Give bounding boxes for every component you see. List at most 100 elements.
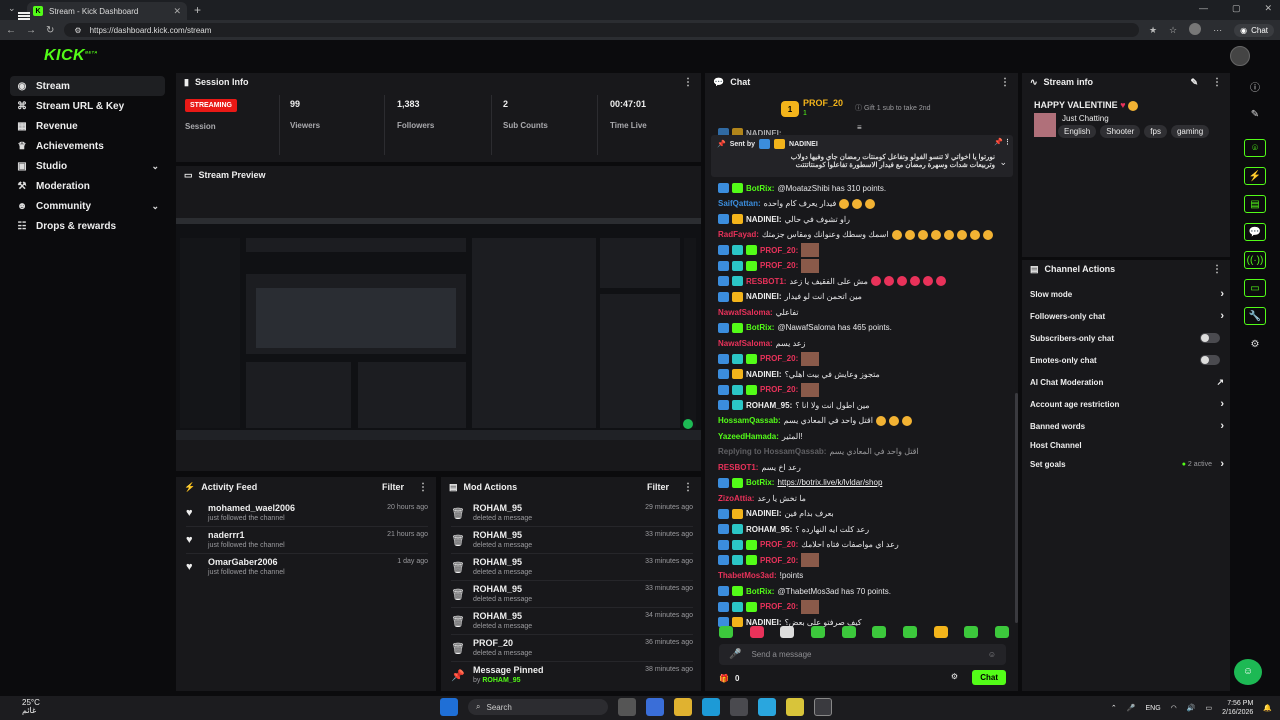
emote-icon[interactable]: [872, 626, 887, 638]
mod-username[interactable]: PROF_20: [473, 638, 513, 648]
emote-icon[interactable]: [780, 626, 795, 638]
chat-username[interactable]: RESBOT1:: [746, 277, 786, 286]
volume-icon[interactable]: 🔊: [1187, 704, 1196, 712]
expand-icon[interactable]: ⌄: [999, 157, 1007, 168]
user-avatar[interactable]: [1230, 46, 1250, 66]
star-icon[interactable]: ★: [1149, 25, 1157, 36]
emote-icon[interactable]: [933, 626, 948, 638]
minimize-icon[interactable]: —: [1199, 3, 1208, 14]
pin-toggle-icon[interactable]: 📌: [994, 138, 1003, 146]
host-channel-row[interactable]: Host Channel: [1030, 435, 1224, 455]
more-options-icon[interactable]: ⋮: [1212, 264, 1222, 275]
add-action-icon[interactable]: ⚙: [1244, 335, 1266, 353]
emotes-only-toggle[interactable]: [1200, 355, 1220, 365]
feed-username[interactable]: OmarGaber2006: [208, 557, 278, 567]
chat-username[interactable]: ThabetMos3ad:: [718, 571, 777, 580]
chat-username[interactable]: BotRix:: [746, 184, 774, 193]
chat-username[interactable]: BotRix:: [746, 478, 774, 487]
feed-username[interactable]: mohamed_wael2006: [208, 503, 295, 513]
chat-username[interactable]: PROF_20:: [760, 556, 798, 565]
chat-input[interactable]: 🎤 Send a message ☺: [719, 644, 1006, 665]
gift-icon[interactable]: 🎁: [719, 674, 729, 683]
category-name[interactable]: Just Chatting: [1062, 114, 1109, 123]
help-chat-button[interactable]: ☺: [1234, 659, 1262, 685]
emote-icon[interactable]: [749, 626, 764, 638]
followers-only-row[interactable]: Followers-only chat ›: [1030, 306, 1224, 326]
more-options-icon[interactable]: ⋮: [683, 77, 693, 88]
task-view-icon[interactable]: [618, 698, 636, 716]
chat-username[interactable]: NawafSaloma:: [718, 308, 773, 317]
emote-icon[interactable]: [810, 626, 825, 638]
set-goals-row[interactable]: Set goals ● 2 active ›: [1030, 454, 1224, 474]
chat-username[interactable]: NADINEI:: [746, 370, 782, 379]
chat-username[interactable]: PROF_20:: [760, 385, 798, 394]
chat-username[interactable]: PROF_20:: [760, 246, 798, 255]
language-indicator[interactable]: ENG: [1146, 705, 1161, 712]
browser-tab[interactable]: K Stream - Kick Dashboard ✕: [27, 2, 187, 20]
more-options-icon[interactable]: ⋮: [1212, 77, 1222, 88]
chat-username[interactable]: PROF_20:: [760, 261, 798, 270]
new-tab-icon[interactable]: +: [194, 3, 201, 17]
pencil-icon[interactable]: ✎: [1244, 105, 1266, 123]
active-app-icon[interactable]: [814, 698, 832, 716]
close-tab-icon[interactable]: ✕: [173, 6, 181, 17]
feed-username[interactable]: naderrr1: [208, 530, 245, 540]
chat-username[interactable]: NawafSaloma:: [718, 339, 773, 348]
more-icon[interactable]: ⋯: [1213, 25, 1222, 36]
mic-tray-icon[interactable]: 🎤: [1127, 704, 1136, 712]
chat-username[interactable]: ZizoAttia:: [718, 494, 754, 503]
emote-icon[interactable]: [994, 626, 1009, 638]
sidebar-item-studio[interactable]: ▣ Studio ⌄: [10, 156, 165, 176]
filter-button[interactable]: Filter: [647, 482, 669, 492]
close-window-icon[interactable]: ✕: [1264, 3, 1272, 14]
filter-button[interactable]: Filter: [382, 482, 404, 492]
edit-icon[interactable]: ✎: [1190, 77, 1198, 88]
chat-username[interactable]: YazeedHamada:: [718, 432, 779, 441]
settings-icon[interactable]: ⚙: [951, 672, 958, 681]
file-explorer-icon[interactable]: [674, 698, 692, 716]
notification-icon[interactable]: 🔔: [1263, 704, 1272, 712]
edge-icon[interactable]: [702, 698, 720, 716]
wifi-icon[interactable]: ◠: [1171, 704, 1177, 712]
stream-video-player[interactable]: [176, 218, 701, 440]
more-options-icon[interactable]: ⋮: [418, 482, 428, 493]
sidebar-item-stream[interactable]: ◉ Stream: [10, 76, 165, 96]
maximize-icon[interactable]: ▢: [1232, 3, 1241, 14]
refresh-icon[interactable]: ↻: [46, 25, 54, 36]
chat-username[interactable]: PROF_20:: [760, 540, 798, 549]
system-clock[interactable]: 7:56 PM 2/16/2026: [1222, 699, 1253, 717]
taskbar-search[interactable]: ⌕ Search: [468, 699, 608, 715]
sidebar-item-stream-url-key[interactable]: ⌘ Stream URL & Key: [10, 96, 165, 116]
sidebar-item-revenue[interactable]: ▦ Revenue: [10, 116, 165, 136]
pinned-by-user[interactable]: ROHAM_95: [482, 677, 520, 684]
gift-info[interactable]: ⓘ Gift 1 sub to take 2nd: [855, 103, 931, 113]
broadcast-action-icon[interactable]: ((·)): [1244, 251, 1266, 269]
tray-expand-icon[interactable]: ⌃: [1111, 704, 1117, 712]
emote-icon[interactable]: [841, 626, 856, 638]
screen-action-icon[interactable]: ▭: [1244, 279, 1266, 297]
emote-icon[interactable]: [719, 626, 733, 638]
sidebar-item-drops-rewards[interactable]: ☷ Drops & rewards: [10, 216, 165, 236]
tag[interactable]: English: [1058, 125, 1097, 138]
subscribers-only-toggle[interactable]: [1200, 333, 1220, 343]
chat-username[interactable]: SaifQattan:: [718, 199, 761, 208]
note-action-icon[interactable]: ▤: [1244, 195, 1266, 213]
battery-icon[interactable]: ▭: [1206, 704, 1213, 712]
chat-username[interactable]: RESBOT1:: [718, 463, 758, 472]
sidebar-item-achievements[interactable]: ♛ Achievements: [10, 136, 165, 156]
pinned-username[interactable]: NADINEI: [789, 141, 818, 148]
chat-username[interactable]: BotRix:: [746, 587, 774, 596]
mic-icon[interactable]: 🎤: [729, 649, 741, 660]
tab-actions-icon[interactable]: ⌄: [8, 3, 16, 14]
store-icon[interactable]: [730, 698, 748, 716]
info-icon[interactable]: ⓘ: [1244, 77, 1266, 95]
sidebar-item-community[interactable]: ☻ Community ⌄: [10, 196, 165, 216]
more-options-icon[interactable]: ⋮: [683, 482, 693, 493]
browser-icon[interactable]: [758, 698, 776, 716]
back-icon[interactable]: ←: [6, 25, 16, 36]
tag[interactable]: gaming: [1170, 125, 1210, 138]
bolt-action-icon[interactable]: ⚡: [1244, 167, 1266, 185]
chat-username[interactable]: RadFayad:: [718, 230, 759, 239]
account-age-row[interactable]: Account age restriction ›: [1030, 394, 1224, 414]
mod-username[interactable]: ROHAM_95: [473, 611, 522, 621]
